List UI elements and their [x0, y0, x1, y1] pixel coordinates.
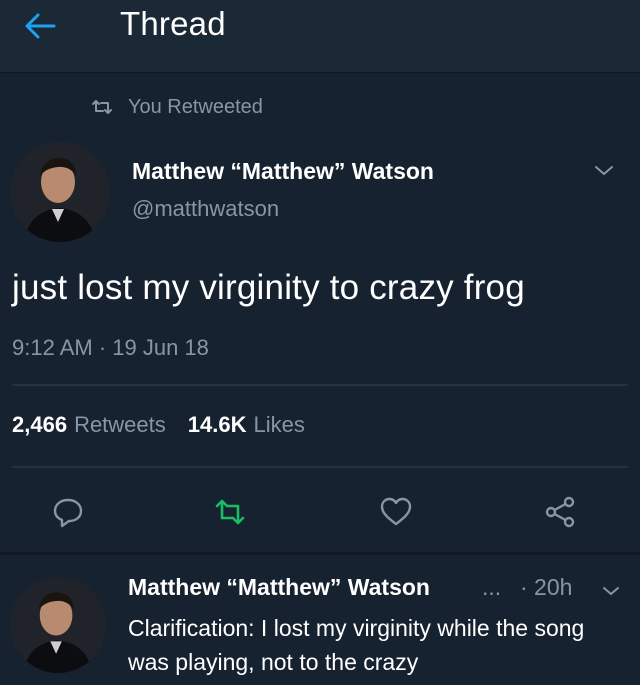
- likes-count: 14.6K: [187, 412, 247, 437]
- divider: [12, 384, 628, 386]
- reply-menu-button[interactable]: [600, 582, 622, 600]
- share-button[interactable]: [542, 494, 578, 530]
- author-handle[interactable]: @matthwatson: [132, 196, 279, 222]
- arrow-left-icon: [25, 13, 56, 39]
- retweets-count: 2,466: [12, 412, 68, 437]
- avatar-image: [10, 142, 110, 242]
- avatar-image: [10, 577, 106, 673]
- tweet-stats: 2,466 Retweets 14.6K Likes: [12, 412, 305, 438]
- reply-avatar[interactable]: [10, 577, 106, 673]
- back-button[interactable]: [20, 6, 60, 46]
- page-title: Thread: [120, 5, 226, 42]
- share-icon: [545, 496, 575, 528]
- chevron-down-icon: [603, 587, 619, 595]
- retweet-button[interactable]: [212, 494, 248, 530]
- reply-icon: [53, 498, 83, 528]
- top-bar: Thread: [0, 0, 640, 73]
- retweet-icon: [92, 100, 112, 114]
- thread-screen: Thread You Retweeted Matthew “Matthew” W…: [0, 0, 640, 685]
- retweets-stat[interactable]: 2,466 Retweets: [12, 412, 166, 438]
- section-separator: [0, 552, 640, 555]
- retweet-icon: [215, 499, 245, 525]
- avatar[interactable]: [10, 142, 110, 242]
- reply-name-ellipsis: ...: [482, 574, 502, 600]
- reply-text: Clarification: I lost my virginity while…: [128, 615, 585, 675]
- reply-author-name[interactable]: Matthew “Matthew” Watson: [128, 574, 430, 601]
- retweets-label: Retweets: [74, 412, 166, 437]
- author-name[interactable]: Matthew “Matthew” Watson: [132, 158, 434, 185]
- likes-stat[interactable]: 14.6K Likes: [188, 412, 305, 438]
- retweet-context: You Retweeted: [90, 93, 263, 121]
- tweet-text: just lost my virginity to crazy frog: [12, 268, 525, 307]
- chevron-down-icon: [595, 166, 613, 175]
- reply-time: · 20h: [520, 574, 573, 600]
- like-icon: [380, 497, 412, 526]
- divider: [12, 466, 628, 468]
- tweet-menu-button[interactable]: [592, 160, 616, 180]
- reply-button[interactable]: [50, 494, 86, 530]
- retweet-context-label: You Retweeted: [128, 95, 263, 118]
- tweet-timestamp: 9:12 AM · 19 Jun 18: [12, 335, 209, 360]
- like-button[interactable]: [378, 494, 414, 530]
- likes-label: Likes: [253, 412, 305, 437]
